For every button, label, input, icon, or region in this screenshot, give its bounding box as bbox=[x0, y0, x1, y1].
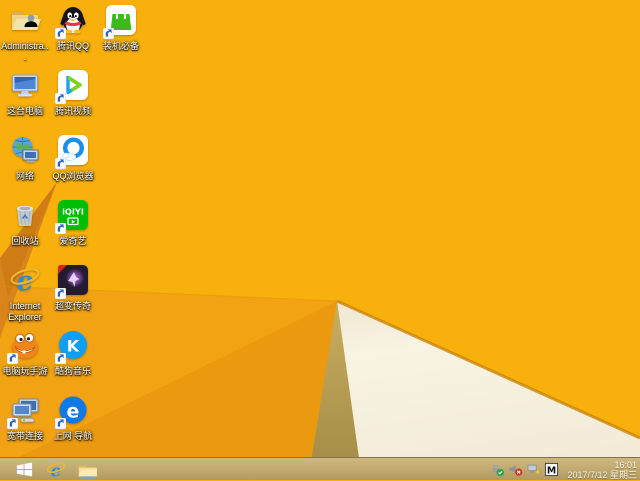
icon-label: 腾讯视频 bbox=[49, 106, 97, 117]
desktop-icon-iqiyi[interactable]: iQIYI 爱奇艺 bbox=[49, 199, 97, 247]
desktop-icon-this-pc[interactable]: 这台电脑 bbox=[1, 69, 49, 117]
icon-label: 装机必备 bbox=[97, 41, 145, 52]
desktop-icon-qq-browser[interactable]: QQ浏览器 bbox=[49, 134, 97, 182]
icon-label: 电脑玩手游 bbox=[1, 366, 49, 377]
recycle-bin-icon bbox=[8, 199, 42, 233]
icon-label: Administra... bbox=[1, 41, 49, 63]
icon-label: Internet Explorer bbox=[1, 301, 49, 323]
desktop-icon-pc-mobile-games[interactable]: 电脑玩手游 bbox=[1, 329, 49, 377]
svg-text:iQIYI: iQIYI bbox=[62, 207, 84, 217]
icon-label: 宽带连接 bbox=[1, 431, 49, 442]
desktop-icon-tencent-qq[interactable]: 腾讯QQ bbox=[49, 4, 97, 52]
broadband-icon bbox=[8, 394, 42, 428]
icon-label: 腾讯QQ bbox=[49, 41, 97, 52]
desktop-icon-kugou-music[interactable]: K 酷狗音乐 bbox=[49, 329, 97, 377]
shortcut-arrow-icon bbox=[103, 28, 114, 39]
desktop-icon-zhuangji-bibei[interactable]: 装机必备 bbox=[97, 4, 145, 52]
tencent-video-icon bbox=[56, 69, 90, 103]
icon-label: 这台电脑 bbox=[1, 106, 49, 117]
shortcut-arrow-icon bbox=[55, 223, 66, 234]
kugou-music-icon: K bbox=[56, 329, 90, 363]
clock-date: 2017/7/12 星期三 bbox=[567, 470, 637, 480]
icon-label: 网络 bbox=[1, 171, 49, 182]
taskbar-clock[interactable]: 16:01 2017/7/12 星期三 bbox=[567, 460, 637, 480]
shortcut-arrow-icon bbox=[55, 93, 66, 104]
network-status-icon[interactable] bbox=[526, 462, 541, 477]
shortcut-arrow-icon bbox=[55, 418, 66, 429]
network-icon bbox=[8, 134, 42, 168]
shortcut-arrow-icon bbox=[55, 158, 66, 169]
desktop-icon-broadband[interactable]: 宽带连接 bbox=[1, 394, 49, 442]
desktop-icon-web-nav[interactable]: e 上网 导航 bbox=[49, 394, 97, 442]
zhuangji-bibei-icon bbox=[104, 4, 138, 38]
icon-label: 超变传奇 bbox=[49, 301, 97, 312]
iqiyi-icon: iQIYI bbox=[56, 199, 90, 233]
this-pc-icon bbox=[8, 69, 42, 103]
desktop-icon-recycle-bin[interactable]: 回收站 bbox=[1, 199, 49, 247]
desktop-icon-internet-explorer[interactable]: e Internet Explorer bbox=[1, 264, 49, 323]
windows-logo-icon bbox=[15, 460, 34, 479]
svg-text:M: M bbox=[547, 465, 556, 476]
icon-label: QQ浏览器 bbox=[49, 171, 97, 182]
desktop: Administra...腾讯QQ装机必备这台电脑腾讯视频网络QQ浏览器回收站i… bbox=[0, 0, 640, 480]
pc-mobile-games-icon bbox=[8, 329, 42, 363]
taskbar-explorer-button[interactable] bbox=[72, 458, 102, 481]
input-method-icon[interactable]: M bbox=[544, 462, 559, 477]
system-tray: M 16:01 2017/7/12 星期三 bbox=[490, 458, 637, 481]
shortcut-arrow-icon bbox=[55, 353, 66, 364]
shortcut-arrow-icon bbox=[55, 28, 66, 39]
desktop-icon-tencent-video[interactable]: 腾讯视频 bbox=[49, 69, 97, 117]
administrator-icon bbox=[8, 4, 42, 38]
ie-icon: e bbox=[46, 460, 66, 480]
clock-time: 16:01 bbox=[567, 460, 637, 470]
start-button[interactable] bbox=[8, 458, 40, 481]
desktop-icon-chaobian-chuanqi[interactable]: 超变传奇 bbox=[49, 264, 97, 312]
file-explorer-icon bbox=[77, 460, 97, 480]
desktop-icon-network[interactable]: 网络 bbox=[1, 134, 49, 182]
tencent-qq-icon bbox=[56, 4, 90, 38]
desktop-icon-administrator[interactable]: Administra... bbox=[1, 4, 49, 63]
web-nav-icon: e bbox=[56, 394, 90, 428]
icon-label: 酷狗音乐 bbox=[49, 366, 97, 377]
svg-text:K: K bbox=[67, 337, 80, 356]
shortcut-arrow-icon bbox=[55, 288, 66, 299]
icon-label: 上网 导航 bbox=[49, 431, 97, 442]
taskbar: e M 16:01 2017/7/12 星期三 bbox=[0, 457, 640, 480]
internet-explorer-icon: e bbox=[8, 264, 42, 298]
usb-safely-remove-icon[interactable] bbox=[490, 462, 505, 477]
shortcut-arrow-icon bbox=[7, 353, 18, 364]
svg-text:e: e bbox=[67, 401, 80, 423]
volume-muted-icon[interactable] bbox=[508, 462, 523, 477]
icon-label: 回收站 bbox=[1, 236, 49, 247]
chaobian-chuanqi-icon bbox=[56, 264, 90, 298]
icon-label: 爱奇艺 bbox=[49, 236, 97, 247]
shortcut-arrow-icon bbox=[7, 418, 18, 429]
taskbar-ie-button[interactable]: e bbox=[42, 458, 70, 481]
qq-browser-icon bbox=[56, 134, 90, 168]
